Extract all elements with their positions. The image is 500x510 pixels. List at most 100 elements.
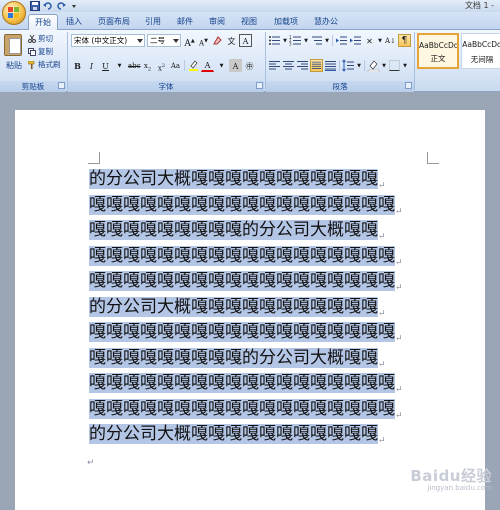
font-color-icon[interactable]: A <box>201 59 214 72</box>
align-left-icon[interactable] <box>268 59 281 72</box>
cut-label: 剪切 <box>38 34 53 43</box>
character-border-icon[interactable]: A <box>239 34 252 47</box>
empty-paragraph-mark-icon: ↵ <box>87 458 95 468</box>
style-normal-sample: AaBbCcDd <box>419 41 457 50</box>
justify-icon[interactable] <box>310 59 323 72</box>
font-toolbar-row2: B I U ▼ abc x2 x2 Aa A ▼ A ㊥ <box>71 59 256 72</box>
selected-text: 嘎嘎嘎嘎嘎嘎嘎嘎嘎嘎嘎嘎嘎嘎嘎嘎嘎嘎 <box>89 271 395 291</box>
paragraph-mark-icon: ↵ <box>395 385 403 395</box>
grow-font-icon[interactable]: A▲ <box>183 34 196 49</box>
align-right-icon[interactable] <box>296 59 309 72</box>
font-size-value: 二号 <box>150 36 165 45</box>
sort-icon[interactable]: A↓ <box>384 34 397 47</box>
font-size-select[interactable]: 二号 <box>147 34 181 47</box>
bold-icon[interactable]: B <box>71 59 84 72</box>
numbering-icon[interactable]: 123 <box>289 34 302 47</box>
copy-button[interactable]: 复制 <box>28 46 53 57</box>
subscript-icon[interactable]: x2 <box>141 59 154 72</box>
tab-review[interactable]: 审阅 <box>209 15 225 29</box>
clipboard-launcher-icon[interactable] <box>58 82 65 89</box>
font-group-label: 字体 <box>68 81 264 92</box>
decrease-indent-icon[interactable] <box>335 34 348 47</box>
underline-icon[interactable]: U <box>99 59 112 72</box>
selected-text: 嘎嘎嘎嘎嘎嘎嘎嘎嘎嘎嘎嘎嘎嘎嘎嘎嘎嘎 <box>89 322 395 342</box>
style-no-spacing[interactable]: AaBbCcDd 无间隔 <box>461 33 500 69</box>
format-painter-button[interactable]: 格式刷 <box>27 59 61 70</box>
chevron-down-icon[interactable]: ▼ <box>303 34 309 47</box>
chevron-down-icon[interactable]: ▼ <box>113 59 126 72</box>
tab-huibangong[interactable]: 慧办公 <box>314 15 338 29</box>
chinese-layout-icon[interactable]: ✕ <box>363 34 376 47</box>
multilevel-list-icon[interactable] <box>310 34 323 47</box>
clear-formatting-icon[interactable] <box>211 34 224 47</box>
superscript-icon[interactable]: x2 <box>155 59 168 72</box>
divider <box>184 60 185 71</box>
tab-mailings[interactable]: 邮件 <box>177 15 193 29</box>
strikethrough-icon[interactable]: abc <box>127 59 141 72</box>
style-normal-label: 正文 <box>430 54 446 63</box>
crop-mark-top-left <box>88 152 100 164</box>
italic-icon[interactable]: I <box>85 59 98 72</box>
paragraph-group-label: 段落 <box>266 81 414 92</box>
cut-button[interactable]: 剪切 <box>28 33 53 44</box>
borders-icon[interactable] <box>388 59 401 72</box>
tab-references[interactable]: 引用 <box>145 15 161 29</box>
highlight-icon[interactable] <box>187 59 200 72</box>
distributed-icon[interactable] <box>324 59 337 72</box>
paste-button[interactable]: 粘贴 <box>2 32 24 78</box>
tab-view[interactable]: 视图 <box>241 15 257 29</box>
chevron-down-icon[interactable]: ▼ <box>324 34 330 47</box>
copy-icon <box>28 47 36 56</box>
chevron-down-icon[interactable]: ▼ <box>377 34 383 47</box>
chevron-down-icon[interactable]: ▼ <box>381 59 387 72</box>
paragraph-mark-icon: ↵ <box>395 410 403 421</box>
change-case-icon[interactable]: Aa <box>169 59 182 72</box>
chevron-down-icon[interactable]: ▼ <box>282 34 288 47</box>
selected-text: 嘎嘎嘎嘎嘎嘎嘎嘎嘎嘎嘎嘎嘎嘎嘎嘎嘎嘎 <box>89 373 395 393</box>
tab-page-layout[interactable]: 页面布局 <box>98 15 130 29</box>
bullets-icon[interactable] <box>268 34 281 47</box>
chevron-down-icon[interactable]: ▼ <box>215 59 228 72</box>
style-normal[interactable]: AaBbCcDd 正文 <box>417 33 459 69</box>
selected-text: 嘎嘎嘎嘎嘎嘎嘎嘎嘎的分公司大概嘎嘎 <box>89 220 378 240</box>
text-line: 嘎嘎嘎嘎嘎嘎嘎嘎嘎嘎嘎嘎嘎嘎嘎嘎嘎嘎↵ <box>89 397 415 423</box>
format-painter-label: 格式刷 <box>38 60 61 69</box>
clipboard-group-label: 剪贴板 <box>0 81 66 92</box>
tab-add-ins[interactable]: 加载项 <box>274 15 298 29</box>
selected-text: 的分公司大概嘎嘎嘎嘎嘎嘎嘎嘎嘎嘎嘎 <box>89 296 378 317</box>
style-no-spacing-label: 无间隔 <box>470 55 494 64</box>
text-line: 嘎嘎嘎嘎嘎嘎嘎嘎嘎的分公司大概嘎嘎↵ <box>89 218 415 244</box>
document-text[interactable]: 的分公司大概嘎嘎嘎嘎嘎嘎嘎嘎嘎嘎嘎↵ 嘎嘎嘎嘎嘎嘎嘎嘎嘎嘎嘎嘎嘎嘎嘎嘎嘎嘎↵ 嘎… <box>89 167 415 448</box>
customize-qat-icon[interactable] <box>69 1 79 11</box>
increase-indent-icon[interactable] <box>349 34 362 47</box>
selected-text: 嘎嘎嘎嘎嘎嘎嘎嘎嘎的分公司大概嘎嘎 <box>89 347 378 368</box>
shading-icon[interactable] <box>367 59 380 73</box>
scissors-icon <box>28 34 36 43</box>
paragraph-mark-icon: ↵ <box>395 334 403 344</box>
chevron-down-icon[interactable]: ▼ <box>402 59 408 72</box>
phonetic-guide-icon[interactable]: 文 <box>225 34 238 47</box>
chevron-down-icon[interactable]: ▼ <box>356 59 362 72</box>
show-formatting-marks-icon[interactable]: ¶ <box>398 34 411 47</box>
line-spacing-icon[interactable] <box>342 59 355 72</box>
style-no-spacing-sample: AaBbCcDd <box>462 40 500 49</box>
align-center-icon[interactable] <box>282 59 295 72</box>
office-button[interactable] <box>2 1 26 25</box>
paragraph-launcher-icon[interactable] <box>405 82 412 89</box>
tab-insert[interactable]: 插入 <box>66 15 82 29</box>
text-line: 的分公司大概嘎嘎嘎嘎嘎嘎嘎嘎嘎嘎嘎↵ <box>89 422 415 448</box>
font-launcher-icon[interactable] <box>256 82 263 89</box>
enclose-characters-icon[interactable]: ㊥ <box>243 59 256 72</box>
character-shading-icon[interactable]: A <box>229 59 242 72</box>
divider <box>364 60 365 71</box>
redo-icon[interactable] <box>56 1 66 11</box>
paragraph-mark-icon: ↵ <box>378 359 386 370</box>
shrink-font-icon[interactable]: A▼ <box>197 34 210 47</box>
tab-home[interactable]: 开始 <box>28 14 58 31</box>
text-line: 的分公司大概嘎嘎嘎嘎嘎嘎嘎嘎嘎嘎嘎↵ <box>89 295 415 321</box>
font-name-select[interactable]: 宋体 (中文正文) <box>71 34 145 47</box>
save-icon[interactable] <box>30 1 40 11</box>
svg-text:3: 3 <box>289 42 292 47</box>
undo-icon[interactable] <box>43 1 53 11</box>
font-name-value: 宋体 (中文正文) <box>74 36 128 45</box>
